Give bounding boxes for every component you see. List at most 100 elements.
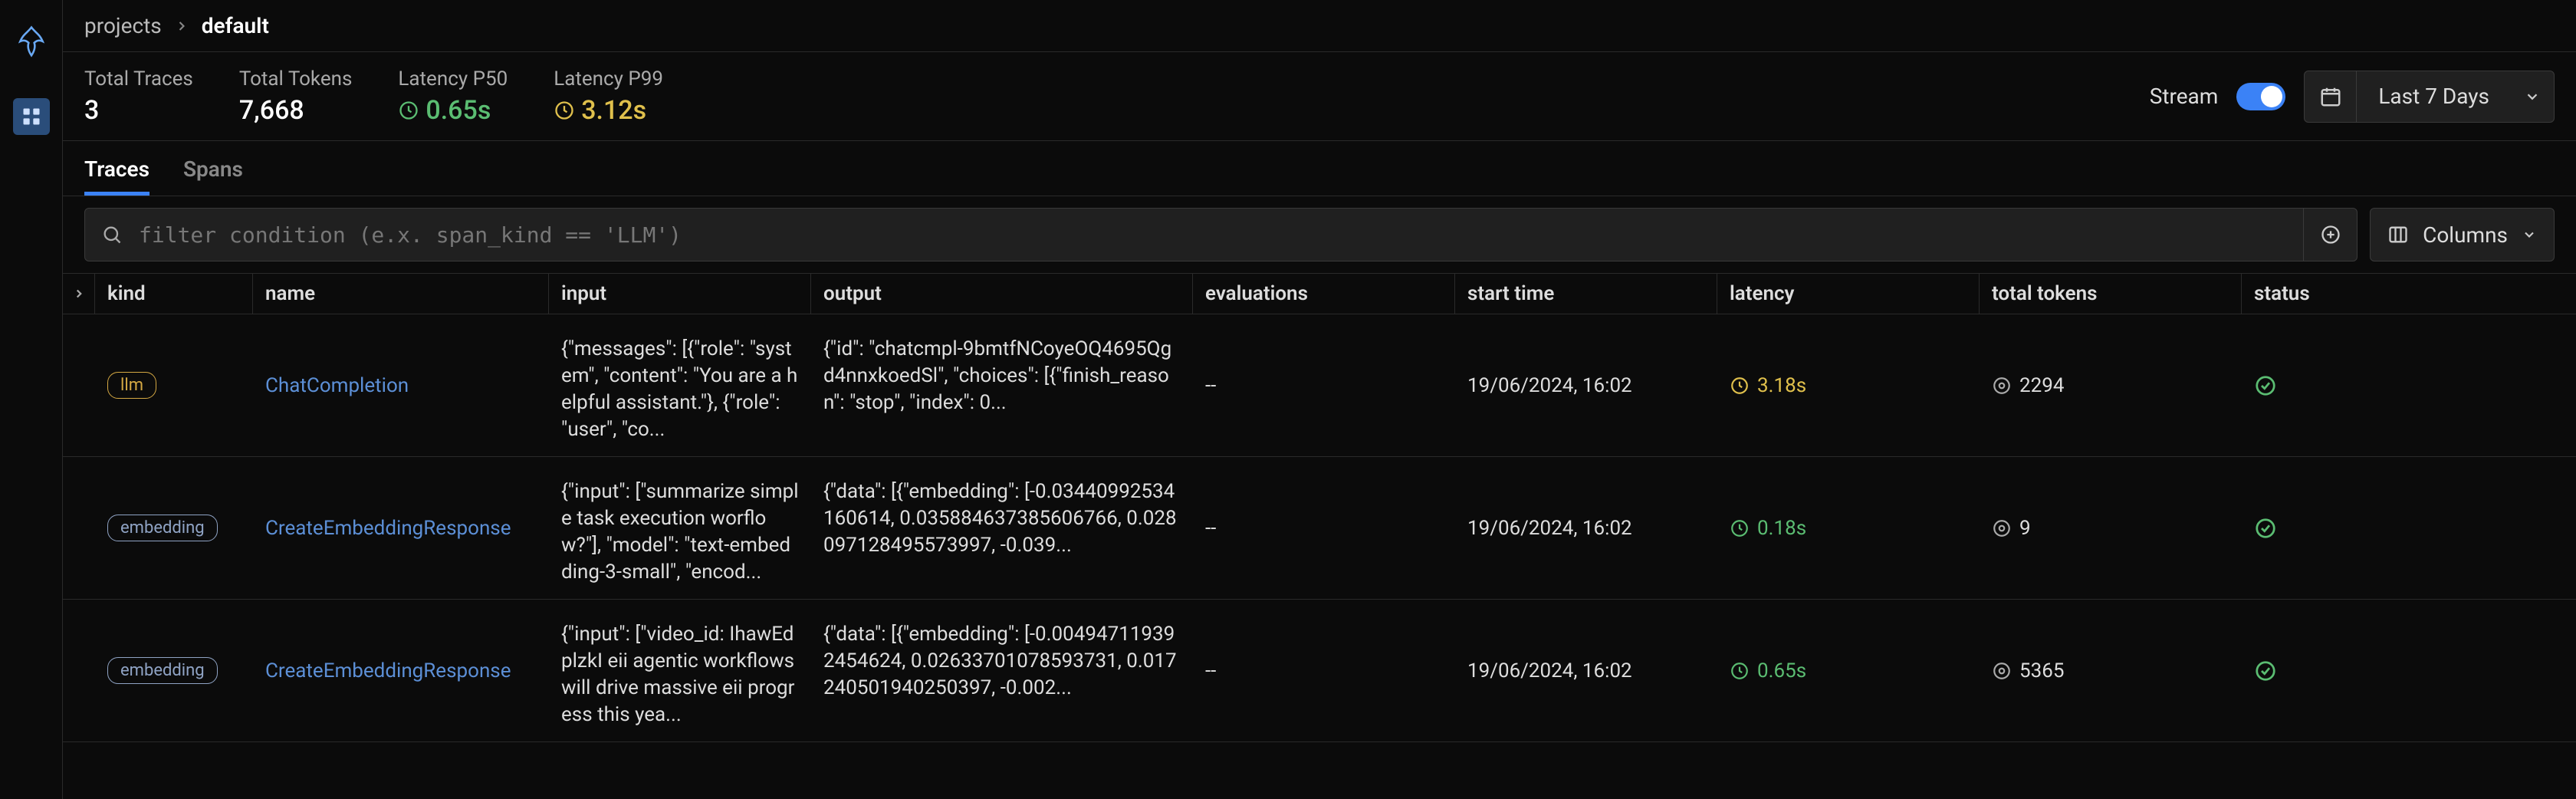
input-text: {"input": ["summarize simple task execut… [561,478,799,586]
token-icon [1992,518,2012,538]
breadcrumb-projects[interactable]: projects [84,13,162,38]
trace-name-link[interactable]: CreateEmbeddingResponse [265,659,511,682]
phoenix-logo[interactable] [13,23,50,60]
calendar-icon [2305,71,2357,122]
th-stat[interactable]: status [2242,274,2576,314]
cell-lat: 0.65s [1717,600,1980,741]
cell-eval: -- [1193,314,1455,456]
row-expander[interactable] [63,457,95,599]
row-expander[interactable] [63,314,95,456]
metric-latency-p50: Latency P50 0.65s [398,67,508,126]
cell-name: CreateEmbeddingResponse [253,600,549,741]
filter-input[interactable] [139,222,2303,248]
trace-name-link[interactable]: ChatCompletion [265,374,409,397]
trace-name-link[interactable]: CreateEmbeddingResponse [265,517,511,540]
cell-kind: embedding [95,600,253,741]
metric-total-traces: Total Traces 3 [84,67,193,126]
cell-input: {"input": ["summarize simple task execut… [549,457,811,599]
metric-total-tokens: Total Tokens 7,668 [239,67,353,126]
cell-input: {"messages": [{"role": "system", "conten… [549,314,811,456]
cell-lat: 0.18s [1717,457,1980,599]
cell-status [2242,457,2576,599]
cell-status [2242,314,2576,456]
th-eval[interactable]: evaluations [1193,274,1455,314]
latency-text: 3.18s [1757,374,1806,397]
input-text: {"messages": [{"role": "system", "conten… [561,336,799,443]
th-lat[interactable]: latency [1717,274,1980,314]
table-row[interactable]: llm ChatCompletion {"messages": [{"role"… [63,314,2576,457]
cell-output: {"data": [{"embedding": [-0.034409925341… [811,457,1193,599]
status-ok-icon [2254,659,2277,682]
left-rail [0,0,63,799]
metric-value: 7,668 [239,95,353,126]
metric-label: Latency P50 [398,67,508,90]
cell-tok: 2294 [1980,314,2242,456]
traces-table: kind name input output evaluations start… [63,273,2576,799]
metric-latency-p99: Latency P99 3.12s [554,67,663,126]
th-kind[interactable]: kind [95,274,253,314]
metric-label: Total Tokens [239,67,353,90]
th-start[interactable]: start time [1455,274,1717,314]
output-text: {"data": [{"embedding": [-0.004947119392… [823,621,1181,702]
search-icon [85,224,139,245]
table-row[interactable]: embedding CreateEmbeddingResponse {"inpu… [63,600,2576,742]
metric-value-text: 0.65s [426,95,491,126]
cell-tok: 5365 [1980,600,2242,741]
chevron-right-icon [174,18,189,34]
table-body: llm ChatCompletion {"messages": [{"role"… [63,314,2576,742]
cell-name: ChatCompletion [253,314,549,456]
cell-start: 19/06/2024, 16:02 [1455,600,1717,741]
clock-icon [398,100,419,121]
metric-label: Total Traces [84,67,193,90]
columns-button[interactable]: Columns [2370,208,2555,261]
metrics-bar: Total Traces 3 Total Tokens 7,668 Latenc… [63,52,2576,141]
cell-eval: -- [1193,600,1455,741]
clock-icon [1730,661,1750,681]
stream-toggle[interactable] [2236,83,2285,110]
metric-value: 3 [84,95,193,126]
cell-start: 19/06/2024, 16:02 [1455,314,1717,456]
cell-status [2242,600,2576,741]
date-range-text: Last 7 Days [2357,84,2511,109]
cell-eval: -- [1193,457,1455,599]
kind-pill: llm [107,372,156,399]
th-tok[interactable]: total tokens [1980,274,2242,314]
tokens-text: 5365 [2019,659,2064,682]
status-ok-icon [2254,374,2277,397]
th-name[interactable]: name [253,274,549,314]
app-switcher-button[interactable] [13,98,50,135]
main-content: projects default Total Traces 3 Total To… [63,0,2576,799]
filter-search [84,208,2358,261]
breadcrumb-current: default [202,13,269,38]
metric-value: 0.65s [398,95,508,126]
th-input[interactable]: input [549,274,811,314]
tab-traces[interactable]: Traces [84,156,150,196]
latency-text: 0.65s [1757,659,1806,682]
metric-value-text: 3.12s [581,95,646,126]
expand-all-toggle[interactable] [63,274,95,314]
row-expander[interactable] [63,600,95,741]
tokens-text: 2294 [2019,374,2064,397]
clock-icon [1730,518,1750,538]
toggle-knob [2261,86,2282,107]
add-filter-button[interactable] [2303,209,2357,261]
cell-lat: 3.18s [1717,314,1980,456]
kind-pill: embedding [107,515,218,541]
table-row[interactable]: embedding CreateEmbeddingResponse {"inpu… [63,457,2576,600]
cell-name: CreateEmbeddingResponse [253,457,549,599]
chevron-down-icon [2511,88,2554,105]
tab-spans[interactable]: Spans [183,156,243,196]
cell-start: 19/06/2024, 16:02 [1455,457,1717,599]
cell-tok: 9 [1980,457,2242,599]
th-output[interactable]: output [811,274,1193,314]
stream-label: Stream [2150,84,2219,109]
chevron-down-icon [2522,227,2537,242]
output-text: {"data": [{"embedding": [-0.034409925341… [823,478,1181,559]
token-icon [1992,376,2012,396]
filter-bar: Columns [63,196,2576,273]
status-ok-icon [2254,517,2277,540]
date-range-picker[interactable]: Last 7 Days [2304,71,2555,123]
clock-icon [554,100,575,121]
latency-text: 0.18s [1757,517,1806,540]
token-icon [1992,661,2012,681]
